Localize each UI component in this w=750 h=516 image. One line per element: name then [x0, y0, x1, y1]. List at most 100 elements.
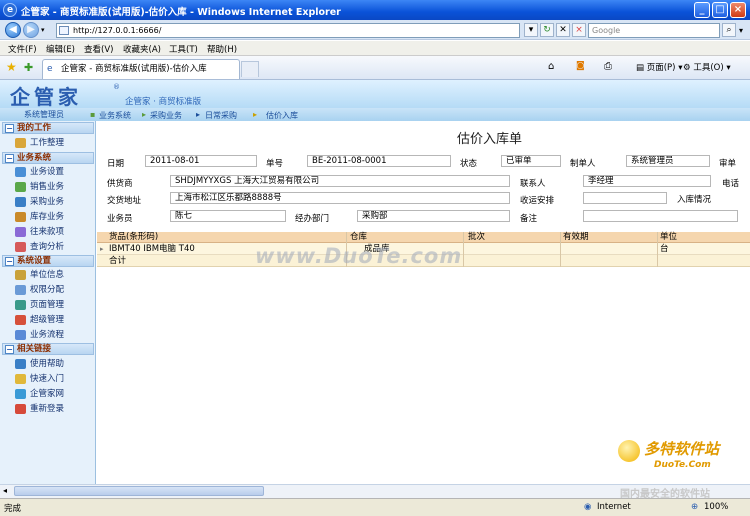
go-dropdown-icon[interactable]: ▾	[524, 23, 538, 37]
sidebar: − 我的工作 工作整理 − 业务系统 业务设置 销售业务 采购业务 库存业务 往来款…	[0, 121, 96, 484]
menu-help[interactable]: 帮助(H)	[207, 43, 237, 55]
contact-field[interactable]: 李经理	[583, 175, 711, 187]
breadcrumb-daily-purchase[interactable]: 日常采购	[205, 110, 237, 121]
menu-favorites[interactable]: 收藏夹(A)	[123, 43, 161, 55]
col-goods[interactable]: 货品(条形码)	[109, 232, 158, 243]
sidebar-section-business[interactable]: − 业务系统	[2, 152, 94, 164]
page-menu-icon: ▤	[636, 63, 647, 73]
sidebar-item-company-info[interactable]: 单位信息	[14, 268, 94, 282]
dept-field[interactable]: 采购部	[357, 210, 510, 222]
watermark-text: www.DuoTe.com	[255, 244, 463, 268]
col-unit[interactable]: 单位	[660, 232, 677, 243]
maximize-button[interactable]: □	[712, 2, 728, 18]
zoom-level[interactable]: 100%	[704, 502, 728, 512]
stop-icon[interactable]: ✕	[556, 23, 570, 37]
total-label: 合计	[109, 256, 127, 266]
address-input[interactable]: http://127.0.0.1:6666/	[56, 23, 520, 38]
zoom-icon[interactable]: ⊕	[691, 502, 698, 512]
tools-menu[interactable]: ⚙ 工具(O) ▾	[683, 61, 731, 73]
col-expiry[interactable]: 有效期	[563, 232, 589, 243]
forward-button[interactable]: ▶	[23, 22, 39, 38]
status-field: 已审单	[501, 155, 561, 167]
col-warehouse[interactable]: 仓库	[350, 232, 367, 243]
search-input[interactable]: Google	[588, 23, 720, 38]
reviewer-label: 审单	[719, 159, 737, 169]
page-menu[interactable]: ▤ 页面(P) ▾	[636, 61, 682, 73]
order-no-label: 单号	[266, 159, 284, 169]
menu-edit[interactable]: 编辑(E)	[46, 43, 75, 55]
stop-x-icon[interactable]: ×	[572, 23, 586, 37]
sidebar-item-workflow[interactable]: 业务流程	[14, 328, 94, 342]
search-options-icon[interactable]: ▾	[739, 26, 743, 35]
print-icon[interactable]: ⎙	[604, 61, 612, 72]
breadcrumb-sep-icon: ▸	[253, 110, 258, 119]
collapse-icon: −	[5, 124, 14, 133]
cell-goods[interactable]: IBMT40 IBM电脑 T40	[109, 243, 195, 255]
scroll-left-icon[interactable]: ◂	[3, 486, 7, 495]
sidebar-item-permissions[interactable]: 权限分配	[14, 283, 94, 297]
menu-view[interactable]: 查看(V)	[84, 43, 113, 55]
search-icon[interactable]: ⌕	[722, 23, 736, 37]
close-button[interactable]: ×	[730, 2, 746, 18]
address-url: http://127.0.0.1:6666/	[73, 26, 162, 35]
sidebar-item-sales[interactable]: 销售业务	[14, 180, 94, 194]
clerk-field[interactable]: 陈七	[170, 210, 286, 222]
sidebar-item-relogin[interactable]: 重新登录	[14, 402, 94, 416]
sidebar-item-query[interactable]: 查询分析	[14, 240, 94, 254]
registered-icon: ®	[113, 83, 120, 91]
new-tab-button[interactable]	[241, 61, 259, 77]
sidebar-item-website[interactable]: 企管家网	[14, 387, 94, 401]
receive-label: 收运安排	[520, 196, 555, 206]
col-batch[interactable]: 批次	[468, 232, 485, 243]
dept-label: 经办部门	[295, 214, 330, 224]
accounts-icon	[15, 227, 26, 237]
menu-tools[interactable]: 工具(T)	[169, 43, 198, 55]
receive-field[interactable]	[583, 192, 667, 204]
home-icon[interactable]: ⌂	[548, 61, 554, 72]
tab-current[interactable]: e 企管家 - 商贸标准版(试用版)-估价入库	[42, 59, 240, 79]
favorites-star-icon[interactable]: ★	[6, 60, 17, 74]
sidebar-item-business-settings[interactable]: 业务设置	[14, 165, 94, 179]
scrollbar-thumb[interactable]	[14, 486, 264, 496]
sidebar-item-quickstart[interactable]: 快速入门	[14, 372, 94, 386]
collapse-icon: −	[5, 257, 14, 266]
refresh-icon[interactable]: ↻	[540, 23, 554, 37]
sidebar-item-work-arrange[interactable]: 工作整理	[14, 136, 94, 150]
minimize-button[interactable]: _	[694, 2, 710, 18]
sales-icon	[15, 182, 26, 192]
breadcrumb-sep-icon: ▸	[196, 110, 201, 119]
status-text: 完成	[4, 504, 22, 514]
page-icon	[59, 26, 69, 35]
date-field[interactable]: 2011-08-01	[145, 155, 257, 167]
breadcrumb-icon: ▪	[90, 110, 96, 119]
breadcrumb-business[interactable]: 业务系统	[99, 110, 131, 121]
address-field[interactable]: 上海市松江区乐都路8888号	[170, 192, 510, 204]
sidebar-item-page-manage[interactable]: 页面管理	[14, 298, 94, 312]
order-no-field[interactable]: BE-2011-08-0001	[307, 155, 451, 167]
status-bar: 完成 ◉ Internet ⊕ 100%	[0, 498, 750, 516]
window-title: 企管家 - 商贸标准版(试用版)-估价入库 - Windows Internet…	[21, 7, 341, 18]
breadcrumb-purchase[interactable]: 采购业务	[150, 110, 182, 121]
sidebar-section-links[interactable]: − 相关链接	[2, 343, 94, 355]
history-dropdown-icon[interactable]: ▾	[41, 26, 45, 34]
instock-label: 入库情况	[677, 195, 712, 205]
remark-label: 备注	[520, 214, 538, 224]
sidebar-item-purchase[interactable]: 采购业务	[14, 195, 94, 209]
sidebar-item-inventory[interactable]: 库存业务	[14, 210, 94, 224]
sidebar-item-super-manage[interactable]: 超级管理	[14, 313, 94, 327]
sidebar-section-my-work[interactable]: − 我的工作	[2, 122, 94, 134]
sidebar-item-accounts[interactable]: 往来款项	[14, 225, 94, 239]
breadcrumb-sep-icon: ▸	[142, 110, 147, 119]
sidebar-section-system[interactable]: − 系统设置	[2, 255, 94, 267]
sidebar-item-help[interactable]: 使用帮助	[14, 357, 94, 371]
collapse-icon: −	[5, 154, 14, 163]
menu-file[interactable]: 文件(F)	[8, 43, 37, 55]
cell-unit[interactable]: 台	[660, 243, 669, 255]
feeds-icon[interactable]: ◙	[576, 61, 585, 71]
remark-field[interactable]	[583, 210, 738, 222]
back-button[interactable]: ◀	[5, 22, 21, 38]
admin-icon	[15, 315, 26, 325]
supplier-field[interactable]: SHDJMYYXGS 上海大江贸易有限公司	[170, 175, 510, 187]
add-favorite-icon[interactable]: ✚	[24, 61, 33, 74]
tools-gear-icon: ⚙	[683, 63, 694, 73]
